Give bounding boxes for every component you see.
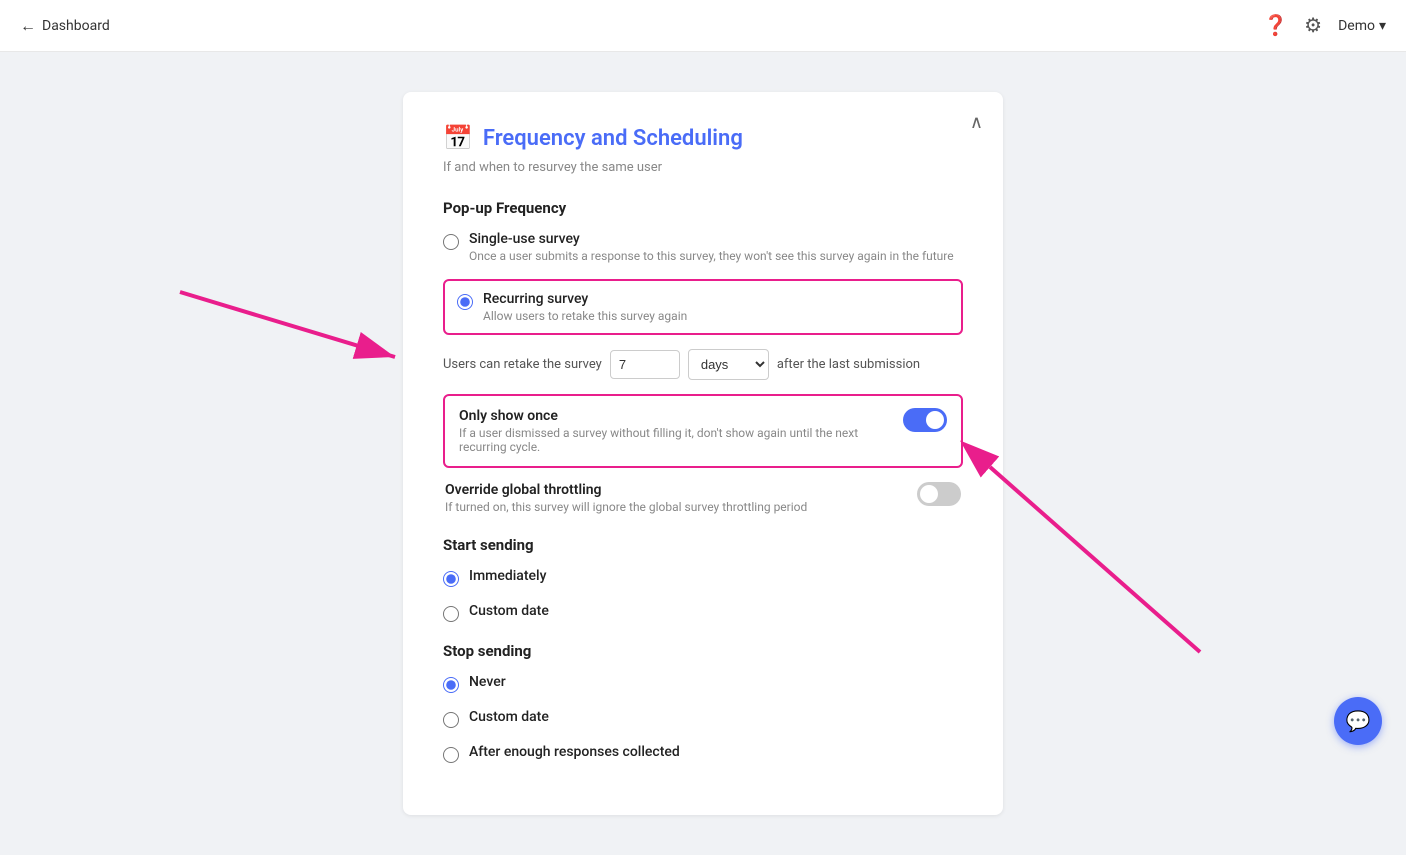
never-text: Never xyxy=(469,674,506,690)
help-button[interactable]: ❓ xyxy=(1263,13,1288,38)
throttle-text: Override global throttling If turned on,… xyxy=(445,482,807,514)
collapse-button[interactable]: ∧ xyxy=(970,112,983,133)
recurring-title: Recurring survey xyxy=(483,291,687,307)
recurring-desc: Allow users to retake this survey again xyxy=(483,309,687,323)
stop-custom-date-text: Custom date xyxy=(469,709,549,725)
chevron-down-icon: ▾ xyxy=(1379,18,1386,34)
main-content: ∧ 📅 Frequency and Scheduling If and when… xyxy=(0,52,1406,855)
user-label: Demo xyxy=(1338,18,1375,34)
recurring-radio[interactable] xyxy=(457,294,473,310)
topbar: ← Dashboard ❓ ⚙ Demo ▾ xyxy=(0,0,1406,52)
throttle-slider xyxy=(917,482,961,506)
single-use-text: Single-use survey Once a user submits a … xyxy=(469,231,954,263)
only-show-once-box: Only show once If a user dismissed a sur… xyxy=(443,394,963,468)
enough-responses-radio[interactable] xyxy=(443,747,459,763)
back-link[interactable]: ← Dashboard xyxy=(20,16,110,36)
retake-prefix: Users can retake the survey xyxy=(443,357,602,372)
stop-custom-date-title: Custom date xyxy=(469,709,549,725)
chat-bubble[interactable]: 💬 xyxy=(1334,697,1382,745)
throttle-row: Override global throttling If turned on,… xyxy=(443,482,963,514)
enough-responses-option[interactable]: After enough responses collected xyxy=(443,744,963,763)
immediately-text: Immediately xyxy=(469,568,546,584)
retake-unit-select[interactable]: days weeks months xyxy=(688,349,769,380)
single-use-title: Single-use survey xyxy=(469,231,954,247)
start-custom-date-radio[interactable] xyxy=(443,606,459,622)
never-radio[interactable] xyxy=(443,677,459,693)
popup-frequency-label: Pop-up Frequency xyxy=(443,199,963,217)
back-label: Dashboard xyxy=(42,18,110,34)
start-custom-date-title: Custom date xyxy=(469,603,549,619)
topbar-right: ❓ ⚙ Demo ▾ xyxy=(1263,13,1386,38)
recurring-text: Recurring survey Allow users to retake t… xyxy=(483,291,687,323)
single-use-option[interactable]: Single-use survey Once a user submits a … xyxy=(443,231,963,263)
only-show-title: Only show once xyxy=(459,408,891,424)
user-menu[interactable]: Demo ▾ xyxy=(1338,18,1386,34)
start-custom-date-option[interactable]: Custom date xyxy=(443,603,963,622)
retake-suffix: after the last submission xyxy=(777,357,920,372)
never-title: Never xyxy=(469,674,506,690)
throttle-title: Override global throttling xyxy=(445,482,807,498)
only-show-text: Only show once If a user dismissed a sur… xyxy=(459,408,891,454)
calendar-icon: 📅 xyxy=(443,124,473,152)
single-use-radio[interactable] xyxy=(443,234,459,250)
immediately-option[interactable]: Immediately xyxy=(443,568,963,587)
start-sending-label: Start sending xyxy=(443,536,963,554)
enough-responses-text: After enough responses collected xyxy=(469,744,680,760)
settings-button[interactable]: ⚙ xyxy=(1304,13,1322,38)
throttle-desc: If turned on, this survey will ignore th… xyxy=(445,500,807,514)
never-option[interactable]: Never xyxy=(443,674,963,693)
single-use-desc: Once a user submits a response to this s… xyxy=(469,249,954,263)
start-custom-date-text: Custom date xyxy=(469,603,549,619)
retake-row: Users can retake the survey days weeks m… xyxy=(443,349,963,380)
help-icon: ❓ xyxy=(1263,13,1288,38)
immediately-radio[interactable] xyxy=(443,571,459,587)
recurring-highlight-box: Recurring survey Allow users to retake t… xyxy=(443,279,963,335)
enough-responses-title: After enough responses collected xyxy=(469,744,680,760)
back-arrow-icon: ← xyxy=(20,16,36,36)
throttle-toggle[interactable] xyxy=(917,482,961,506)
settings-icon: ⚙ xyxy=(1304,13,1322,38)
only-show-slider xyxy=(903,408,947,432)
retake-value-input[interactable] xyxy=(610,350,680,379)
section-subtitle: If and when to resurvey the same user xyxy=(443,160,963,175)
section-title: Frequency and Scheduling xyxy=(483,126,743,151)
collapse-icon: ∧ xyxy=(970,112,983,132)
stop-sending-label: Stop sending xyxy=(443,642,963,660)
stop-custom-date-option[interactable]: Custom date xyxy=(443,709,963,728)
chat-icon: 💬 xyxy=(1346,709,1371,733)
recurring-option[interactable]: Recurring survey Allow users to retake t… xyxy=(457,291,949,323)
only-show-desc: If a user dismissed a survey without fil… xyxy=(459,426,891,454)
stop-custom-date-radio[interactable] xyxy=(443,712,459,728)
immediately-title: Immediately xyxy=(469,568,546,584)
section-header: 📅 Frequency and Scheduling xyxy=(443,124,963,152)
only-show-toggle[interactable] xyxy=(903,408,947,432)
card: ∧ 📅 Frequency and Scheduling If and when… xyxy=(403,92,1003,815)
